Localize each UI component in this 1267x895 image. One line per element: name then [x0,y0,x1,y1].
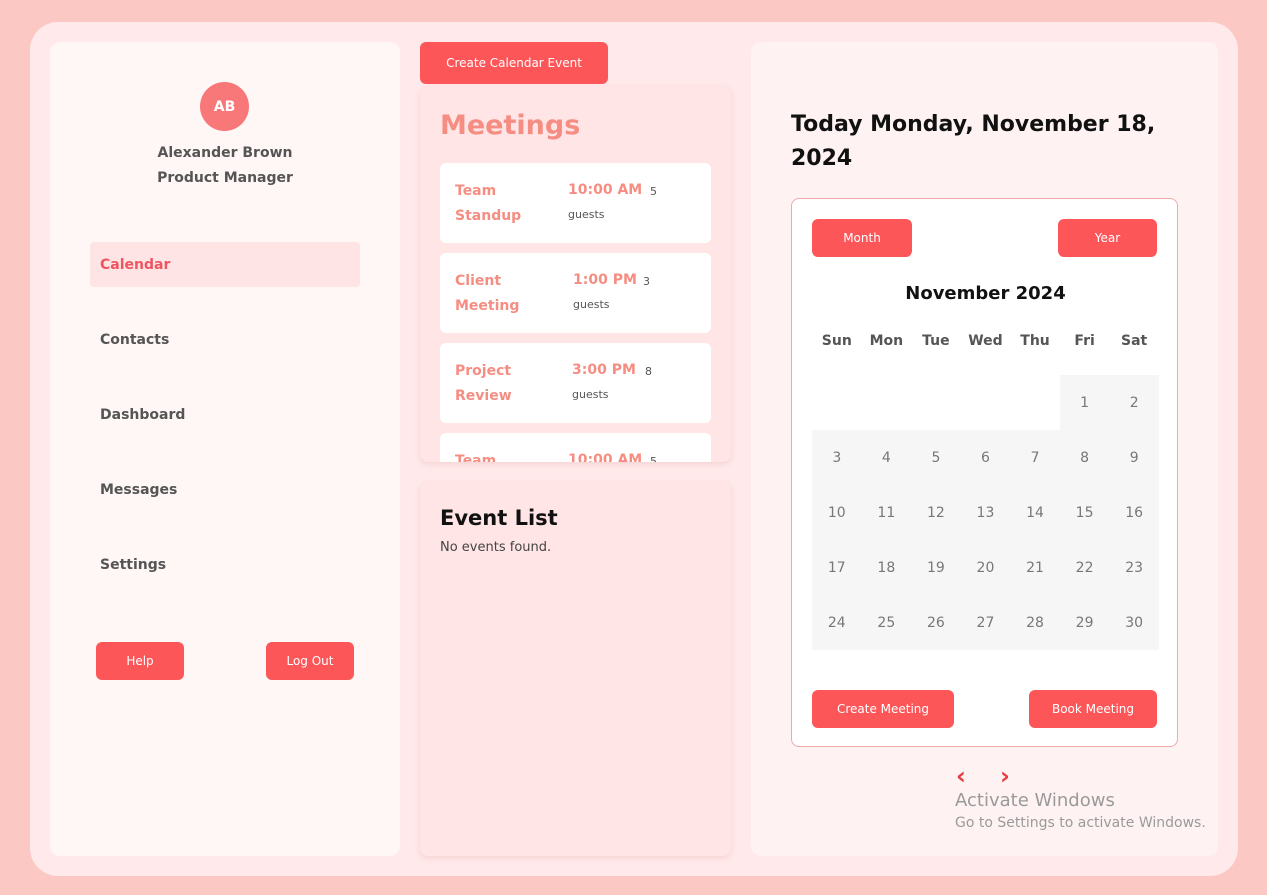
meeting-guest-count: 3 [643,275,650,288]
weekday-label: Thu [1020,333,1050,349]
app-window: AB Alexander Brown Product Manager Calen… [30,22,1238,876]
book-meeting-button[interactable]: Book Meeting [1029,690,1157,728]
meeting-card[interactable]: Team Standup 10:00 AM 5 guests [440,163,711,243]
calendar-day[interactable]: 14 [1010,485,1060,540]
calendar-day[interactable]: 30 [1109,595,1159,650]
meeting-time: 1:00 PM [573,272,637,288]
calendar-day[interactable]: 23 [1109,540,1159,595]
chevron-right-icon[interactable]: › [1000,762,1010,790]
calendar-day[interactable]: 9 [1109,430,1159,485]
calendar-day[interactable]: 2 [1109,375,1159,430]
meeting-guest-count: 5 [650,185,657,198]
calendar-day[interactable]: 15 [1059,485,1110,540]
meeting-guests-label: guests [573,298,610,311]
meeting-time: 10:00 AM [568,182,643,198]
meeting-guests-label: guests [568,208,605,221]
event-list-empty-text: No events found. [440,540,552,555]
sidebar-item-contacts[interactable]: Contacts [90,317,360,362]
calendar-day[interactable]: 16 [1109,485,1159,540]
calendar-blank-cell [862,375,912,430]
meetings-panel: Meetings Team Standup 10:00 AM 5 guests … [420,86,731,462]
year-view-button[interactable]: Year [1058,219,1157,257]
calendar-day[interactable]: 17 [812,540,862,595]
weekday-label: Mon [869,333,904,349]
activate-windows-subtitle: Go to Settings to activate Windows. [955,815,1206,831]
calendar-month-title: November 2024 [905,283,1066,304]
chevron-left-icon[interactable]: ‹ [956,762,966,790]
month-view-button[interactable]: Month [812,219,912,257]
calendar-panel: Today Monday, November 18, 2024 Month Ye… [751,42,1218,856]
today-date-heading: Today Monday, November 18, 2024 [791,112,1156,171]
meeting-card[interactable]: Team Standup 10:00 AM 5 guests [440,433,711,462]
calendar-days-grid: 1 2 3 4 5 6 7 8 9 10 11 12 13 14 15 16 17 18 19 20 21 22 23 24 2… [812,375,1159,650]
calendar-day[interactable]: 26 [911,595,961,650]
weekday-header: Sun Mon Tue Wed Thu Fri Sat [812,333,1159,349]
weekday-label: Fri [1074,333,1095,349]
calendar-day[interactable]: 7 [1010,430,1060,485]
meeting-guest-count: 8 [645,365,652,378]
meeting-guest-count: 5 [650,455,657,462]
calendar-day[interactable]: 10 [812,485,862,540]
sidebar-item-settings[interactable]: Settings [90,542,360,587]
create-calendar-event-button[interactable]: Create Calendar Event [420,42,608,84]
calendar-day[interactable]: 29 [1059,595,1110,650]
logout-button[interactable]: Log Out [266,642,354,680]
event-list-title: Event List [440,506,558,530]
calendar-blank-cell [911,375,961,430]
calendar-day[interactable]: 6 [960,430,1011,485]
calendar-day[interactable]: 5 [911,430,961,485]
event-list-panel: Event List No events found. [420,482,731,856]
meeting-name: Project Review [455,363,512,404]
meeting-card[interactable]: Client Meeting 1:00 PM 3 guests [440,253,711,333]
activate-windows-title: Activate Windows [955,790,1115,811]
calendar-blank-cell [961,375,1011,430]
meeting-name: Team Standup [455,183,522,224]
calendar-day[interactable]: 20 [960,540,1011,595]
calendar-day[interactable]: 1 [1059,375,1110,430]
calendar-day[interactable]: 27 [960,595,1011,650]
calendar-day[interactable]: 11 [861,485,912,540]
calendar-day[interactable]: 24 [812,595,862,650]
calendar-day[interactable]: 3 [812,430,862,485]
sidebar-item-dashboard[interactable]: Dashboard [90,392,360,437]
calendar-blank-cell [1010,375,1060,430]
help-button[interactable]: Help [96,642,184,680]
meeting-name: Client Meeting [455,273,520,314]
weekday-label: Wed [968,333,1003,349]
calendar-day[interactable]: 8 [1059,430,1110,485]
meeting-card[interactable]: Project Review 3:00 PM 8 guests [440,343,711,423]
meeting-name: Team Standup [455,453,497,462]
calendar-day[interactable]: 18 [861,540,912,595]
sidebar: AB Alexander Brown Product Manager Calen… [50,42,400,856]
weekday-label: Sun [821,333,852,349]
calendar-day[interactable]: 13 [960,485,1011,540]
weekday-label: Sat [1121,333,1148,349]
calendar-day[interactable]: 22 [1059,540,1110,595]
calendar-day[interactable]: 28 [1010,595,1060,650]
create-meeting-button[interactable]: Create Meeting [812,690,954,728]
avatar: AB [200,82,249,131]
calendar-card: Month Year November 2024 Sun Mon Tue Wed… [791,198,1178,747]
meeting-time: 10:00 AM [568,452,643,462]
sidebar-item-calendar[interactable]: Calendar [90,242,360,287]
meetings-title: Meetings [440,110,581,141]
calendar-day[interactable]: 25 [861,595,912,650]
weekday-label: Tue [922,333,950,349]
user-role: Product Manager [157,170,293,186]
sidebar-item-messages[interactable]: Messages [90,467,360,512]
calendar-day[interactable]: 21 [1010,540,1060,595]
user-name: Alexander Brown [157,145,293,161]
calendar-day[interactable]: 19 [911,540,961,595]
calendar-day[interactable]: 4 [861,430,912,485]
meeting-guests-label: guests [572,388,609,401]
calendar-day[interactable]: 12 [911,485,961,540]
calendar-blank-cell [812,375,862,430]
meeting-time: 3:00 PM [572,362,636,378]
